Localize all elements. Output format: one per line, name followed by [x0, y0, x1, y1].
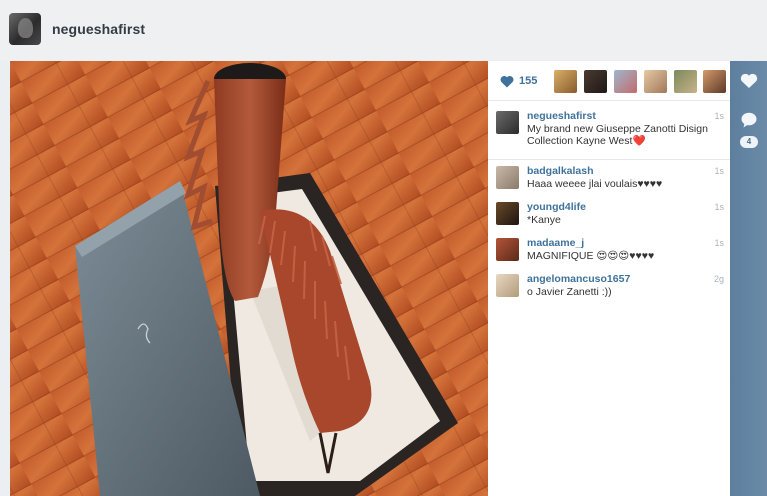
comment-username[interactable]: angelomancuso1657	[527, 273, 630, 285]
liker-avatar[interactable]	[644, 70, 667, 93]
caption-time: 1s	[714, 111, 724, 121]
divider	[488, 159, 730, 160]
heart-icon[interactable]	[500, 75, 514, 88]
liker-avatar[interactable]	[584, 70, 607, 93]
comment-username[interactable]: youngd4life	[527, 201, 586, 213]
liker-avatar[interactable]	[703, 70, 726, 93]
comment-username[interactable]: madaame_j	[527, 237, 584, 249]
comment-username[interactable]: badgalkalash	[527, 165, 594, 177]
comment-time: 1s	[714, 238, 724, 248]
comment-text: o Javier Zanetti :))	[527, 286, 612, 298]
profile-header: negueshafirst	[0, 0, 767, 60]
header-username[interactable]: negueshafirst	[52, 21, 145, 37]
comment-time: 2g	[713, 274, 724, 284]
caption-username[interactable]: negueshafirst	[527, 110, 596, 122]
comment-text: Haaa weeee jlai voulais♥♥♥♥	[527, 178, 663, 190]
comment-time: 1s	[714, 166, 724, 176]
comment-text: *Kanye	[527, 214, 561, 226]
avatar[interactable]	[496, 274, 519, 297]
caption-text: My brand new Giuseppe Zanotti Disign Col…	[527, 123, 708, 147]
post-photo[interactable]	[10, 61, 488, 496]
boots-photo-illustration	[10, 61, 488, 496]
comment-bubble-icon[interactable]	[741, 112, 757, 128]
comment-text: MAGNIFIQUE 😍😍😍♥♥♥♥	[527, 250, 655, 262]
avatar[interactable]	[9, 13, 41, 45]
like-heart-icon[interactable]	[740, 73, 758, 89]
avatar[interactable]	[496, 202, 519, 225]
comment-time: 1s	[714, 202, 724, 212]
liker-avatar[interactable]	[554, 70, 577, 93]
likes-count[interactable]: 155	[519, 75, 537, 87]
action-rail: 4	[730, 61, 767, 496]
post-details-panel: 155 negueshafirst My brand new Giuseppe …	[488, 61, 730, 496]
avatar[interactable]	[496, 166, 519, 189]
avatar[interactable]	[496, 238, 519, 261]
liker-avatar[interactable]	[614, 70, 637, 93]
likes-row: 155	[488, 61, 730, 101]
comment-count-badge: 4	[740, 136, 758, 148]
avatar[interactable]	[496, 111, 519, 134]
liker-avatar[interactable]	[674, 70, 697, 93]
